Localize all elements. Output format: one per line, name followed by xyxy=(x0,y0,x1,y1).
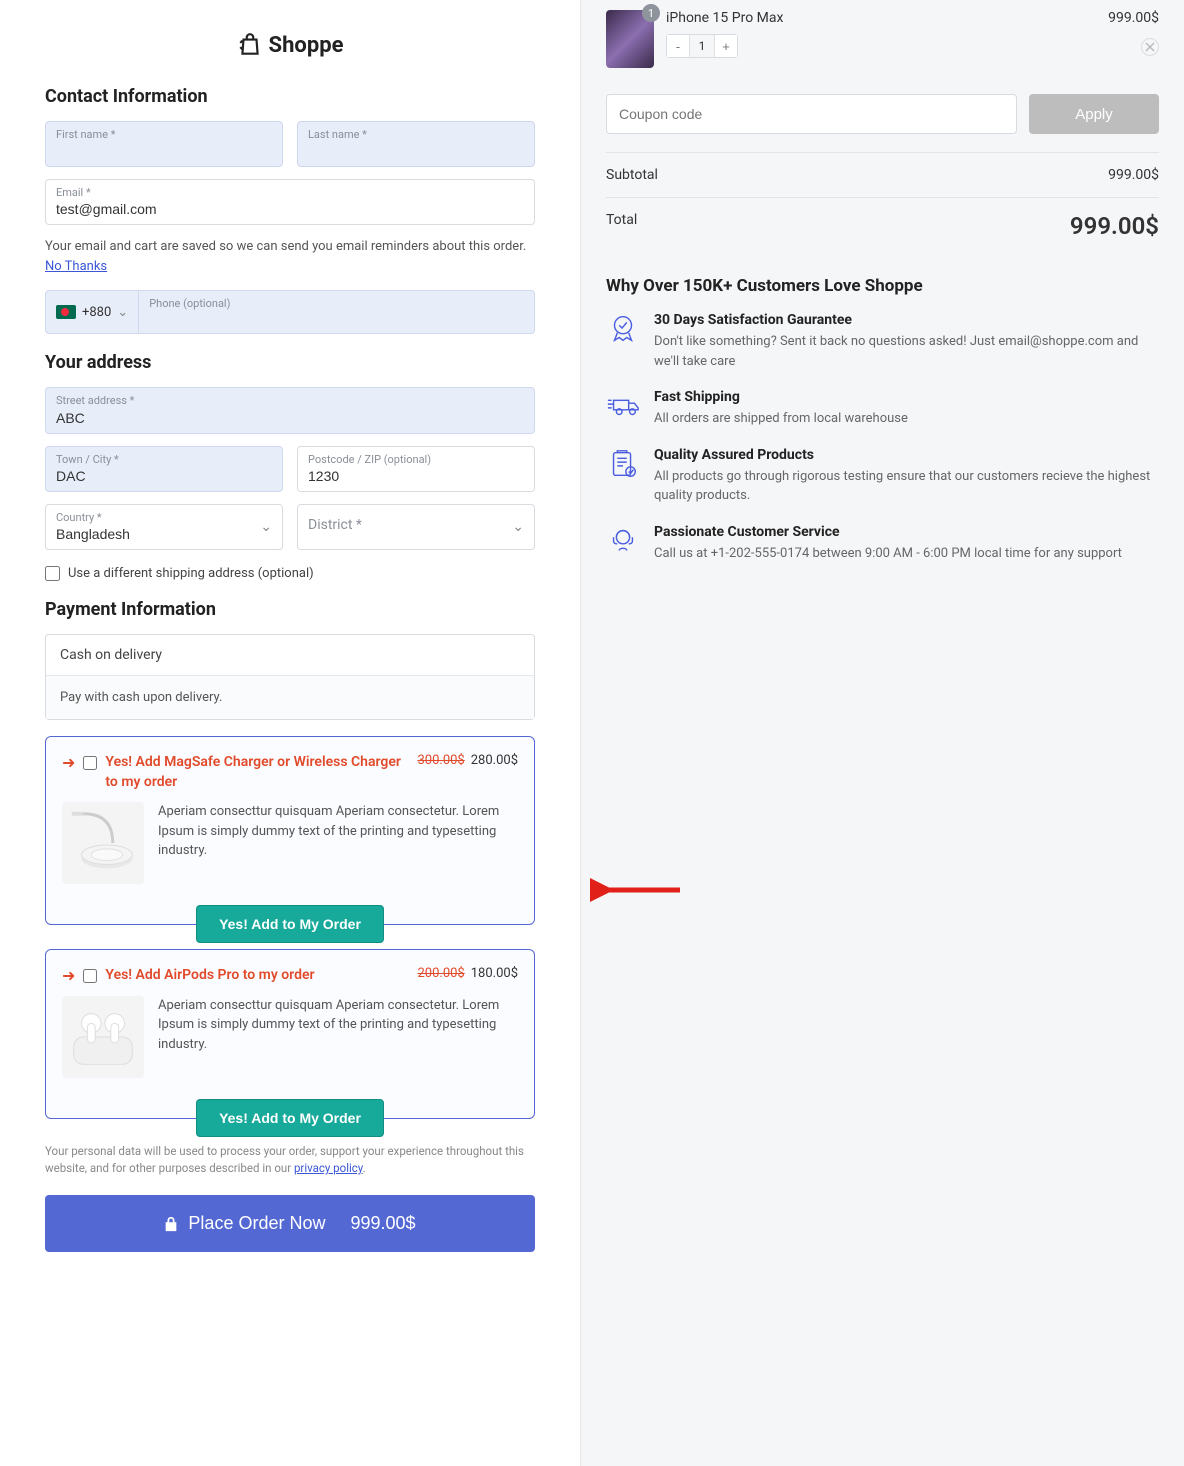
support-icon xyxy=(606,524,640,558)
chevron-down-icon: ⌄ xyxy=(117,305,128,320)
item-price: 999.00$ xyxy=(1108,10,1159,26)
product-name: iPhone 15 Pro Max xyxy=(666,10,1096,26)
phone-field[interactable]: +880 ⌄ Phone (optional) xyxy=(45,290,535,334)
postcode-label: Postcode / ZIP (optional) xyxy=(308,453,524,466)
upsell-add-button[interactable]: Yes! Add to My Order xyxy=(196,1099,384,1137)
upsell-checkbox[interactable] xyxy=(83,756,97,770)
benefit-desc: Call us at +1-202-555-0174 between 9:00 … xyxy=(654,544,1122,564)
district-select[interactable]: District * ⌄ xyxy=(297,504,535,550)
town-field[interactable]: Town / City * xyxy=(45,446,283,492)
upsell-image xyxy=(62,996,144,1078)
last-name-field[interactable]: Last name * xyxy=(297,121,535,167)
benefit-desc: Don't like something? Sent it back no qu… xyxy=(654,332,1159,371)
upsell-desc: Aperiam consecttur quisquam Aperiam cons… xyxy=(158,996,518,1078)
phone-country-select[interactable]: +880 ⌄ xyxy=(46,291,139,333)
phone-prefix: +880 xyxy=(82,305,111,320)
no-thanks-link[interactable]: No Thanks xyxy=(45,259,107,274)
why-heading: Why Over 150K+ Customers Love Shoppe xyxy=(606,276,1159,296)
email-field[interactable]: Email * xyxy=(45,179,535,225)
payment-heading: Payment Information xyxy=(45,599,535,620)
benefit-item: Passionate Customer Service Call us at +… xyxy=(606,524,1159,564)
qty-value: 1 xyxy=(689,35,715,57)
address-heading: Your address xyxy=(45,352,535,373)
total-label: Total xyxy=(606,212,637,240)
district-label: District * xyxy=(308,517,362,533)
upsell-checkbox[interactable] xyxy=(83,969,97,983)
shipping-icon xyxy=(606,389,640,423)
different-shipping-checkbox[interactable]: Use a different shipping address (option… xyxy=(45,566,535,581)
upsell-card: ➜ Yes! Add MagSafe Charger or Wireless C… xyxy=(45,736,535,925)
chevron-down-icon: ⌄ xyxy=(512,519,524,535)
subtotal-value: 999.00$ xyxy=(1108,167,1159,183)
benefit-item: 30 Days Satisfaction Gaurantee Don't lik… xyxy=(606,312,1159,371)
street-field[interactable]: Street address * xyxy=(45,387,535,433)
qty-minus-button[interactable]: - xyxy=(667,35,689,57)
arrow-right-icon: ➜ xyxy=(62,755,75,771)
benefit-title: Quality Assured Products xyxy=(654,447,1159,463)
coupon-input[interactable] xyxy=(606,94,1017,134)
quality-icon xyxy=(606,447,640,481)
first-name-field[interactable]: First name * xyxy=(45,121,283,167)
benefit-title: Fast Shipping xyxy=(654,389,908,405)
upsell-prices: 200.00$180.00$ xyxy=(417,966,518,981)
contact-note: Your email and cart are saved so we can … xyxy=(45,237,535,276)
upsell-image xyxy=(62,802,144,884)
privacy-note: Your personal data will be used to proce… xyxy=(45,1143,535,1178)
country-select[interactable]: Country * ⌄ xyxy=(45,504,283,550)
brand-name: Shoppe xyxy=(269,33,344,58)
payment-method-name[interactable]: Cash on delivery xyxy=(46,635,534,676)
town-label: Town / City * xyxy=(56,453,272,466)
benefit-desc: All orders are shipped from local wareho… xyxy=(654,409,908,429)
upsell-desc: Aperiam consecttur quisquam Aperiam cons… xyxy=(158,802,518,884)
payment-method-desc: Pay with cash upon delivery. xyxy=(46,676,534,719)
benefit-item: Fast Shipping All orders are shipped fro… xyxy=(606,389,1159,429)
close-icon xyxy=(1145,42,1155,52)
total-value: 999.00$ xyxy=(1070,212,1159,240)
upsell-card: ➜ Yes! Add AirPods Pro to my order 200.0… xyxy=(45,949,535,1119)
country-label: Country * xyxy=(56,511,272,524)
brand-logo: Shoppe xyxy=(45,32,535,58)
qty-badge: 1 xyxy=(642,4,660,22)
place-order-amount: 999.00$ xyxy=(351,1213,416,1234)
benefit-desc: All products go through rigorous testing… xyxy=(654,467,1159,506)
guarantee-icon xyxy=(606,312,640,346)
contact-heading: Contact Information xyxy=(45,86,535,107)
subtotal-label: Subtotal xyxy=(606,167,658,183)
bag-icon xyxy=(237,32,263,58)
airpods-icon xyxy=(64,998,142,1076)
qty-stepper: - 1 + xyxy=(666,34,738,58)
apply-coupon-button[interactable]: Apply xyxy=(1029,94,1159,134)
street-label: Street address * xyxy=(56,394,524,407)
first-name-label: First name * xyxy=(56,128,272,141)
upsell-title: Yes! Add AirPods Pro to my order xyxy=(105,966,409,986)
place-order-label: Place Order Now xyxy=(188,1213,325,1234)
last-name-label: Last name * xyxy=(308,128,524,141)
cart-item: 1 iPhone 15 Pro Max - 1 + 999.00$ xyxy=(606,10,1159,82)
email-label: Email * xyxy=(56,186,524,199)
privacy-policy-link[interactable]: privacy policy xyxy=(294,1161,363,1175)
qty-plus-button[interactable]: + xyxy=(715,35,737,57)
benefit-item: Quality Assured Products All products go… xyxy=(606,447,1159,506)
place-order-button[interactable]: Place Order Now 999.00$ xyxy=(45,1195,535,1252)
lock-icon xyxy=(164,1216,178,1232)
upsell-title: Yes! Add MagSafe Charger or Wireless Cha… xyxy=(105,753,409,792)
payment-method-box: Cash on delivery Pay with cash upon deli… xyxy=(45,634,535,720)
flag-icon xyxy=(56,305,76,319)
postcode-field[interactable]: Postcode / ZIP (optional) xyxy=(297,446,535,492)
upsell-prices: 300.00$280.00$ xyxy=(417,753,518,768)
benefit-title: Passionate Customer Service xyxy=(654,524,1122,540)
benefit-title: 30 Days Satisfaction Gaurantee xyxy=(654,312,1159,328)
remove-item-button[interactable] xyxy=(1141,38,1159,56)
phone-label: Phone (optional) xyxy=(149,297,524,310)
upsell-add-button[interactable]: Yes! Add to My Order xyxy=(196,905,384,943)
arrow-right-icon: ➜ xyxy=(62,968,75,984)
charger-icon xyxy=(64,804,142,882)
